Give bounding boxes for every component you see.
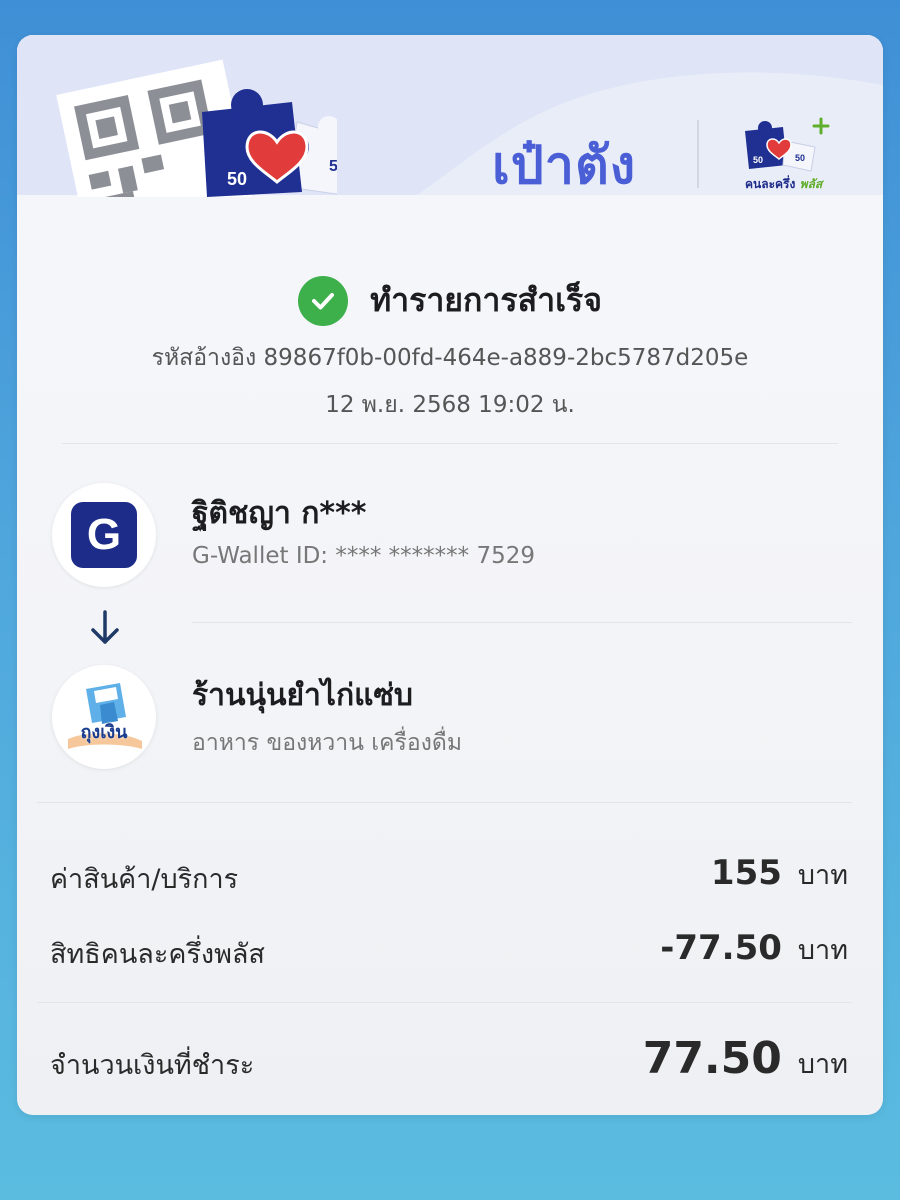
half-half-plus-discount-label: สิทธิคนละครึ่งพลัส [50, 939, 265, 970]
receiver-name: ร้านนุ่นยำไก่แซ่บ [192, 678, 413, 713]
svg-text:50: 50 [227, 169, 247, 189]
total-paid-label: จำนวนเงินที่ชำระ [50, 1050, 255, 1081]
success-check-icon [298, 275, 349, 326]
divider [192, 622, 852, 623]
divider [62, 443, 838, 444]
svg-text:50: 50 [753, 155, 763, 165]
svg-text:50: 50 [329, 158, 337, 175]
goods-services-value: 155 บาท [710, 853, 848, 893]
receiver-category: อาหาร ของหวาน เครื่องดื่ม [192, 730, 463, 756]
transaction-status: ทำรายการสำเร็จ [17, 275, 883, 327]
header-divider [697, 120, 699, 188]
transaction-datetime: 12 พ.ย. 2568 19:02 น. [325, 392, 575, 418]
tung-ngern-logo-text: ถุงเงิน [80, 722, 128, 743]
g-wallet-icon: G [71, 502, 137, 568]
reference-id: รหัสอ้างอิง 89867f0b-00fd-464e-a889-2bc5… [151, 345, 749, 371]
half-half-plus-discount-value: -77.50 บาท [660, 928, 848, 968]
paotang-brand-title: เป๋าตัง [492, 136, 637, 196]
receipt-card: 50 50 เป๋าตัง 50 50 คนละครึ่ง พลัส [17, 35, 883, 1115]
sender-avatar: G [52, 483, 156, 587]
sender-wallet-id: G-Wallet ID: **** ******* 7529 [192, 543, 536, 569]
sender-name: ฐิติชญา ก*** [192, 496, 367, 531]
half-half-plus-logo-text: คนละครึ่ง พลัส [745, 177, 823, 191]
arrow-down-icon [91, 610, 119, 644]
divider [37, 802, 852, 803]
receiver-avatar: ถุงเงิน [52, 665, 156, 769]
status-title: ทำรายการสำเร็จ [370, 281, 602, 319]
receipt-header: 50 50 เป๋าตัง 50 50 คนละครึ่ง พลัส [17, 35, 883, 197]
qr-puzzle-illustration: 50 50 [56, 59, 337, 197]
total-paid-value: 77.50 บาท [642, 1033, 848, 1084]
svg-text:50: 50 [795, 153, 805, 163]
goods-services-label: ค่าสินค้า/บริการ [50, 864, 239, 895]
divider [37, 1002, 852, 1003]
